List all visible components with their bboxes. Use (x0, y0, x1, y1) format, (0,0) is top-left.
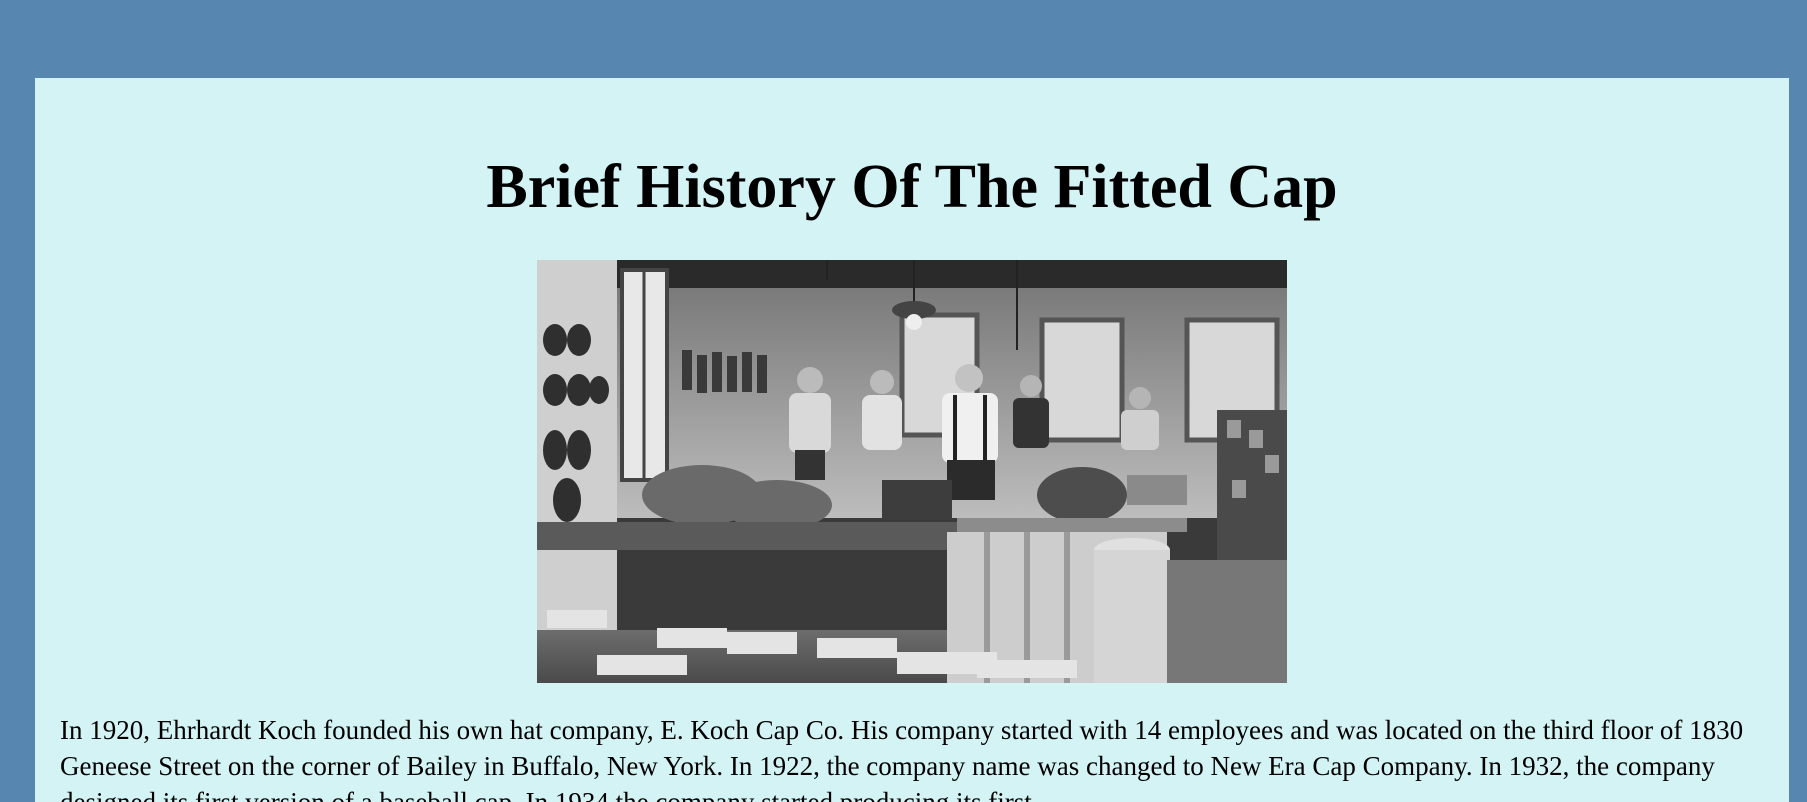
factory-photo (537, 260, 1287, 683)
history-paragraph: In 1920, Ehrhardt Koch founded his own h… (60, 715, 1744, 802)
page-title: Brief History Of The Fitted Cap (486, 153, 1338, 221)
content-panel: Brief History Of The Fitted Cap In 1920,… (35, 78, 1789, 802)
